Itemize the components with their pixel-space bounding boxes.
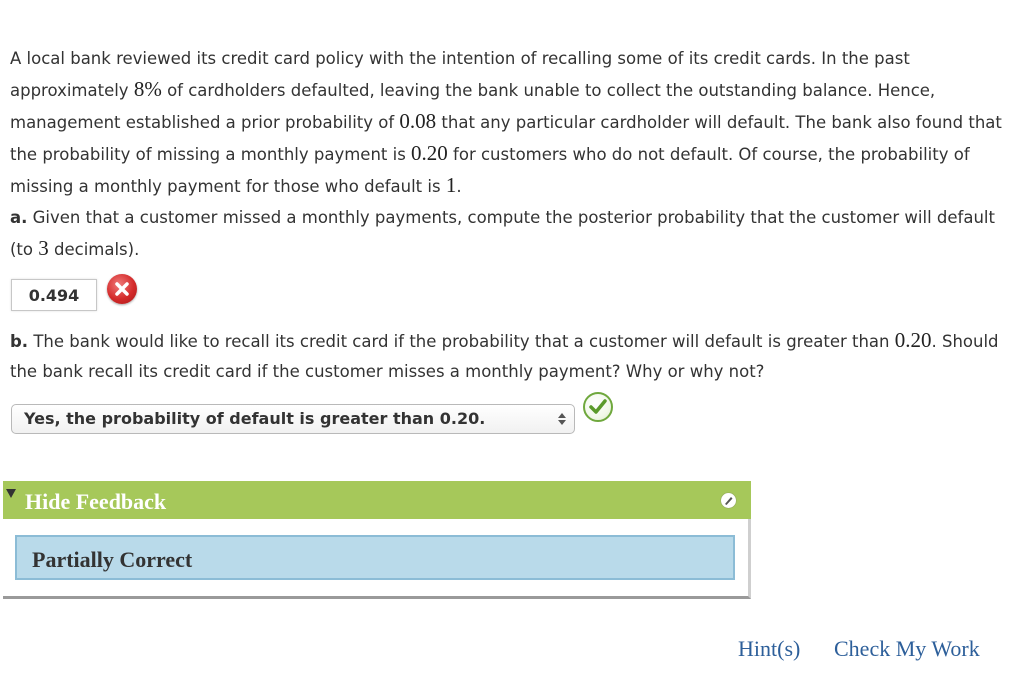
check-my-work-link[interactable]: Check My Work xyxy=(834,634,980,664)
pencil-icon xyxy=(721,493,736,508)
problem-statement: A local bank reviewed its credit card po… xyxy=(10,44,1010,202)
intro-value-1: 8% xyxy=(133,77,162,101)
cross-icon xyxy=(107,274,137,304)
feedback-result-text: Partially Correct xyxy=(32,547,193,572)
question-b-text-1: The bank would like to recall its credit… xyxy=(28,332,895,351)
question-b-value: 0.20 xyxy=(894,328,932,352)
answer-b-selected-value: Yes, the probability of default is great… xyxy=(24,409,486,428)
intro-value-3: 0.20 xyxy=(411,141,448,165)
hide-feedback-toggle[interactable]: Hide Feedback xyxy=(25,488,166,516)
question-b: b. The bank would like to recall its cre… xyxy=(10,325,1010,387)
intro-text-5: . xyxy=(456,177,462,196)
hints-link[interactable]: Hint(s) xyxy=(738,634,800,664)
question-a-value: 3 xyxy=(38,236,49,260)
question-a-label: a. xyxy=(10,208,28,227)
answer-b-select[interactable]: Yes, the probability of default is great… xyxy=(11,404,575,434)
intro-value-4: 1 xyxy=(445,173,457,197)
question-b-label: b. xyxy=(10,332,29,351)
question-a-text-1: Given that a customer missed a monthly p… xyxy=(10,208,995,259)
answer-a-input[interactable]: 0.494 xyxy=(11,279,97,311)
check-icon xyxy=(583,392,613,422)
intro-value-2: 0.08 xyxy=(399,109,437,133)
question-a: a. Given that a customer missed a monthl… xyxy=(10,203,1010,265)
select-arrows-icon xyxy=(558,413,566,425)
question-a-text-2: decimals). xyxy=(48,240,140,259)
collapse-triangle-icon[interactable] xyxy=(6,489,16,499)
